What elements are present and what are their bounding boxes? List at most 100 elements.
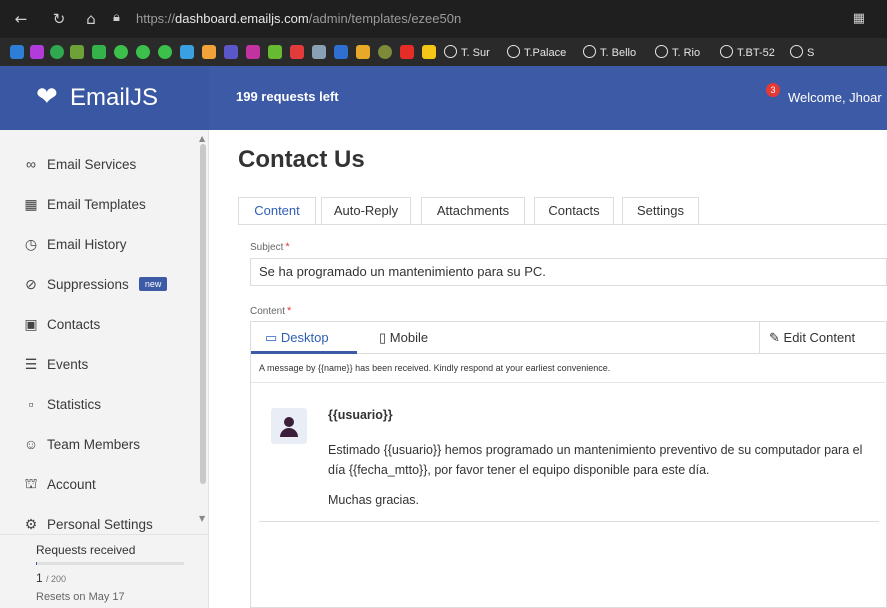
bookmark-icon[interactable] (268, 45, 282, 59)
sidebar-item-label: Events (47, 356, 89, 372)
bookmark-label: T.BT-52 (737, 47, 775, 59)
history-icon: ◷ (24, 235, 38, 252)
bookmark-link[interactable]: T.BT-52 (720, 45, 775, 59)
sidebar-item-statistics[interactable]: ▫ Statistics (22, 392, 102, 416)
templates-icon: ▦ (24, 195, 38, 212)
bookmark-link[interactable]: S (790, 45, 814, 59)
bookmark-icon[interactable] (180, 45, 194, 59)
settings-icon: ⚙ (24, 515, 38, 532)
sidebar-item-label: Email Services (47, 156, 137, 172)
mobile-view-button[interactable]: ▯ Mobile (379, 330, 428, 346)
message-thanks: Muchas gracias. (328, 493, 420, 507)
editor-toolbar: ▭ Desktop ▯ Mobile ✎ Edit Content (251, 322, 887, 354)
sidebar-item-contacts[interactable]: ▣ Contacts (22, 312, 100, 336)
plug-icon: ∞ (26, 156, 36, 172)
requests-count: 1 / 200 (36, 571, 66, 585)
bookmark-icon[interactable] (30, 45, 44, 59)
url-host: dashboard.emailjs.com (175, 11, 309, 26)
bookmark-icon[interactable] (312, 45, 326, 59)
bookmark-link[interactable]: T. Bello (583, 45, 636, 59)
sidebar-item-events[interactable]: ☰ Events (22, 352, 89, 376)
sidebar-item-email-templates[interactable]: ▦ Email Templates (22, 192, 146, 216)
bookmark-icon[interactable] (378, 45, 392, 59)
bookmark-link[interactable]: T. Sur (444, 45, 490, 59)
scroll-down-icon[interactable]: ▼ (199, 514, 205, 523)
reload-icon[interactable]: ↻ (50, 10, 68, 28)
edit-content-label: Edit Content (783, 330, 856, 345)
user-icon-head (284, 417, 294, 427)
bookmark-link[interactable]: T.Palace (507, 45, 566, 59)
edit-content-button[interactable]: ✎ Edit Content (769, 330, 855, 346)
back-icon[interactable]: ← (12, 10, 30, 28)
bookmark-icon[interactable] (136, 45, 150, 59)
scroll-up-icon[interactable]: ▲ (199, 134, 205, 143)
globe-icon (507, 45, 520, 58)
monitor-icon: ▭ (265, 330, 278, 345)
sidebar-item-label: Team Members (47, 436, 141, 452)
required-marker: * (287, 305, 292, 317)
subject-input[interactable]: Se ha programado un mantenimiento para s… (250, 258, 887, 286)
sidebar-scrollbar[interactable] (200, 144, 206, 484)
logo-text: EmailJS (70, 84, 159, 111)
message-user: {{usuario}} (328, 408, 393, 422)
bookmark-icon[interactable] (114, 45, 128, 59)
requests-label: Requests received (36, 543, 136, 557)
sidebar-item-personal-settings[interactable]: ⚙ Personal Settings (22, 512, 153, 536)
home-icon[interactable]: ⌂ (82, 10, 100, 28)
lock-icon[interactable]: 🔒︎ (113, 10, 129, 28)
bookmark-link[interactable]: T. Rio (655, 45, 700, 59)
bookmark-icon[interactable] (224, 45, 238, 59)
bookmark-icon[interactable] (334, 45, 348, 59)
sidebar-item-label: Contacts (47, 316, 101, 332)
welcome-user-menu[interactable]: Welcome, Jhoar (788, 90, 882, 105)
message-note: A message by {{name}} has been received.… (259, 363, 611, 373)
globe-icon (655, 45, 668, 58)
bookmark-icon[interactable] (202, 45, 216, 59)
bookmark-icon[interactable] (70, 45, 84, 59)
desktop-view-button[interactable]: ▭ Desktop (265, 330, 329, 346)
bookmark-icon[interactable] (356, 45, 370, 59)
sidebar-item-email-services[interactable]: ∞ Email Services (22, 152, 136, 176)
bank-icon: ⛫ (24, 474, 38, 491)
globe-icon (583, 45, 596, 58)
tab-attachments[interactable]: Attachments (421, 197, 525, 225)
tab-contacts[interactable]: Contacts (534, 197, 614, 225)
bookmarks-bar: T. Sur T.Palace T. Bello T. Rio T.BT-52 … (0, 38, 887, 66)
url-path: /admin/templates/ezee50n (308, 11, 462, 26)
globe-icon (720, 45, 733, 58)
sidebar-item-team-members[interactable]: ☺ Team Members (22, 432, 140, 456)
address-bar[interactable]: https://dashboard.emailjs.com/admin/temp… (136, 11, 461, 26)
bookmark-icon[interactable] (246, 45, 260, 59)
mobile-label: Mobile (389, 330, 429, 345)
sidebar-item-suppressions[interactable]: ⊘ Suppressions new (22, 272, 168, 296)
bookmark-icon[interactable] (422, 45, 436, 59)
tab-content[interactable]: Content (238, 197, 316, 225)
block-icon: ⊘ (25, 275, 37, 292)
user-icon-body (280, 428, 298, 437)
sidebar-item-label: Suppressions (47, 276, 129, 292)
sidebar-item-label: Email History (47, 236, 127, 252)
tab-settings[interactable]: Settings (622, 197, 699, 225)
globe-icon (444, 45, 457, 58)
bookmark-icon[interactable] (10, 45, 24, 59)
bookmark-icon[interactable] (50, 45, 64, 59)
sidebar-item-email-history[interactable]: ◷ Email History (22, 232, 127, 256)
tabs-divider (238, 224, 887, 225)
bookmark-icon[interactable] (400, 45, 414, 59)
bookmark-label: T. Sur (461, 47, 490, 59)
bookmark-icon[interactable] (158, 45, 172, 59)
bookmark-icon[interactable] (92, 45, 106, 59)
sidebar: ▲ ▼ ∞ Email Services ▦ Email Templates ◷… (0, 130, 209, 608)
requests-count-value: 1 (36, 571, 43, 585)
sidebar-item-label: Email Templates (47, 196, 146, 212)
bookmark-icon[interactable] (290, 45, 304, 59)
url-prefix: https:// (136, 11, 176, 26)
requests-progress-bar (36, 562, 184, 565)
toolbar-separator (759, 322, 760, 353)
reader-mode-icon[interactable]: ▦ (853, 11, 865, 26)
sidebar-item-account[interactable]: ⛫ Account (22, 472, 96, 496)
notification-badge[interactable]: 3 (766, 83, 780, 97)
logo[interactable]: ❤︎ EmailJS (0, 66, 209, 130)
tab-auto-reply[interactable]: Auto-Reply (321, 197, 411, 225)
bookmark-label: T. Bello (600, 47, 637, 59)
